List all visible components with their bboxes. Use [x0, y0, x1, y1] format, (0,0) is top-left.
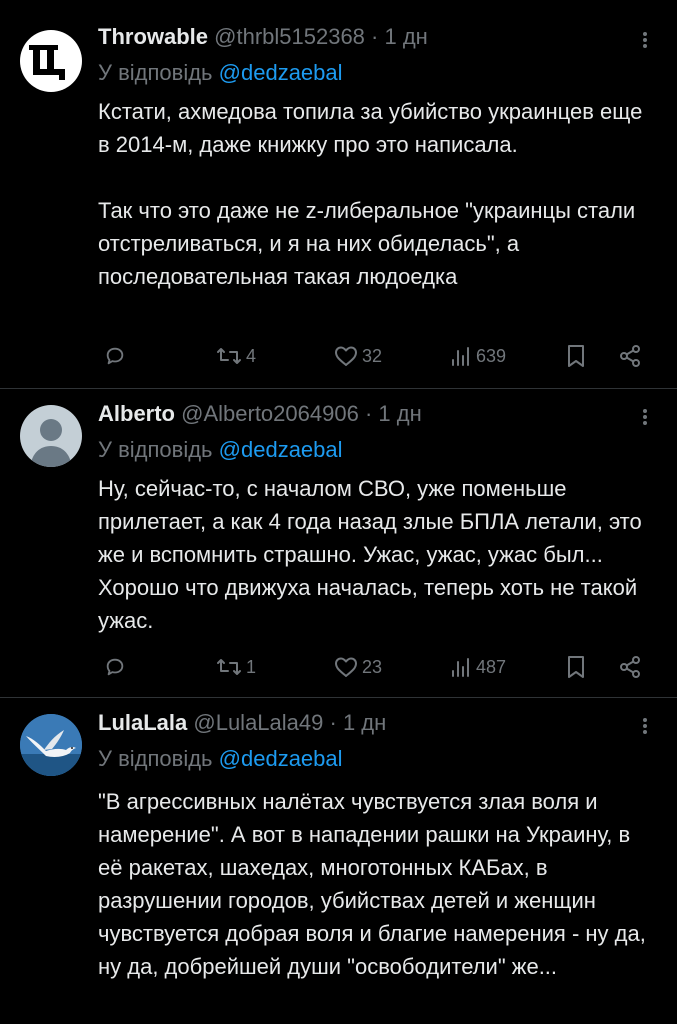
action-bar: 1 23 487 — [98, 652, 658, 682]
tweet-text: "В агрессивных налётах чувствуется злая … — [98, 785, 658, 983]
share-icon — [620, 656, 640, 678]
retweet-count: 4 — [246, 345, 257, 366]
display-name[interactable]: Alberto — [98, 401, 175, 426]
timestamp[interactable]: 1 дн — [343, 710, 386, 735]
heart-icon — [335, 657, 357, 677]
bookmark-icon — [568, 345, 584, 367]
tweet[interactable]: LulaLala @LulaLala49 · 1 дн У відповідь … — [0, 698, 677, 1024]
seagull-photo-icon — [20, 714, 82, 776]
reply-context: У відповідь @dedzaebal — [98, 59, 343, 87]
reply-prefix: У відповідь — [98, 437, 213, 462]
reply-context: У відповідь @dedzaebal — [98, 745, 343, 773]
avatar[interactable] — [20, 30, 82, 92]
views-button[interactable]: 487 — [450, 652, 506, 682]
share-button[interactable] — [618, 341, 642, 371]
timestamp[interactable]: 1 дн — [378, 401, 421, 426]
reply-prefix: У відповідь — [98, 746, 213, 771]
like-count: 32 — [362, 345, 383, 366]
reply-button[interactable] — [104, 341, 126, 371]
reply-mention-link[interactable]: @dedzaebal — [219, 746, 343, 771]
bookmark-button[interactable] — [566, 652, 586, 682]
user-handle[interactable]: @Alberto2064906 — [181, 401, 359, 426]
bookmark-button[interactable] — [566, 341, 586, 371]
avatar[interactable] — [20, 714, 82, 776]
tweet-paragraph: Ну, сейчас-то, с началом СВО, уже помень… — [98, 476, 642, 633]
retweet-button[interactable]: 4 — [216, 341, 256, 371]
retweet-icon — [217, 348, 241, 364]
tweet-paragraph: "В агрессивных налётах чувствуется злая … — [98, 789, 646, 979]
reply-icon — [106, 658, 124, 676]
views-count: 639 — [476, 345, 507, 366]
default-user-icon — [30, 419, 72, 467]
more-options-button[interactable] — [633, 28, 657, 52]
retweet-icon — [217, 659, 241, 675]
separator-dot: · — [329, 710, 337, 735]
separator-dot: · — [364, 401, 373, 426]
more-options-button[interactable] — [633, 714, 657, 738]
views-button[interactable]: 639 — [450, 341, 506, 371]
reply-mention-link[interactable]: @dedzaebal — [219, 60, 343, 85]
more-options-button[interactable] — [633, 405, 657, 429]
views-chart-icon — [452, 347, 469, 366]
user-handle[interactable]: @LulaLala49 — [193, 710, 323, 735]
views-chart-icon — [452, 658, 469, 677]
share-icon — [620, 345, 640, 367]
avatar[interactable] — [20, 405, 82, 467]
display-name[interactable]: LulaLala — [98, 710, 187, 735]
action-bar: 4 32 639 — [98, 341, 658, 371]
tweet-text: Кстати, ахмедова топила за убийство укра… — [98, 95, 658, 293]
reply-prefix: У відповідь — [98, 60, 213, 85]
timestamp[interactable]: 1 дн — [385, 24, 428, 49]
tweet-header: Throwable @thrbl5152368 · 1 дн — [98, 23, 428, 51]
reply-icon — [106, 347, 124, 365]
display-name[interactable]: Throwable — [98, 24, 208, 49]
tweet-text: Ну, сейчас-то, с началом СВО, уже помень… — [98, 472, 658, 637]
like-button[interactable]: 23 — [334, 652, 382, 682]
reply-context: У відповідь @dedzaebal — [98, 436, 343, 464]
tweet-header: LulaLala @LulaLala49 · 1 дн — [98, 709, 386, 737]
heart-icon — [335, 346, 357, 366]
tweet[interactable]: Alberto @Alberto2064906 · 1 дн У відпові… — [0, 389, 677, 697]
reply-mention-link[interactable]: @dedzaebal — [219, 437, 343, 462]
tweet-header: Alberto @Alberto2064906 · 1 дн — [98, 400, 422, 428]
bookmark-icon — [568, 656, 584, 678]
like-button[interactable]: 32 — [334, 341, 382, 371]
like-count: 23 — [362, 656, 383, 677]
separator-dot: · — [371, 24, 379, 49]
share-button[interactable] — [618, 652, 642, 682]
views-count: 487 — [476, 656, 507, 677]
throwable-logo-icon — [29, 45, 65, 80]
retweet-button[interactable]: 1 — [216, 652, 256, 682]
retweet-count: 1 — [246, 656, 257, 677]
user-handle[interactable]: @thrbl5152368 — [214, 24, 365, 49]
tweet-paragraph: Так что это даже не z-либеральное "украи… — [98, 198, 636, 289]
reply-button[interactable] — [104, 652, 126, 682]
tweet-paragraph: Кстати, ахмедова топила за убийство укра… — [98, 99, 643, 157]
tweet[interactable]: Throwable @thrbl5152368 · 1 дн У відпові… — [0, 0, 677, 388]
